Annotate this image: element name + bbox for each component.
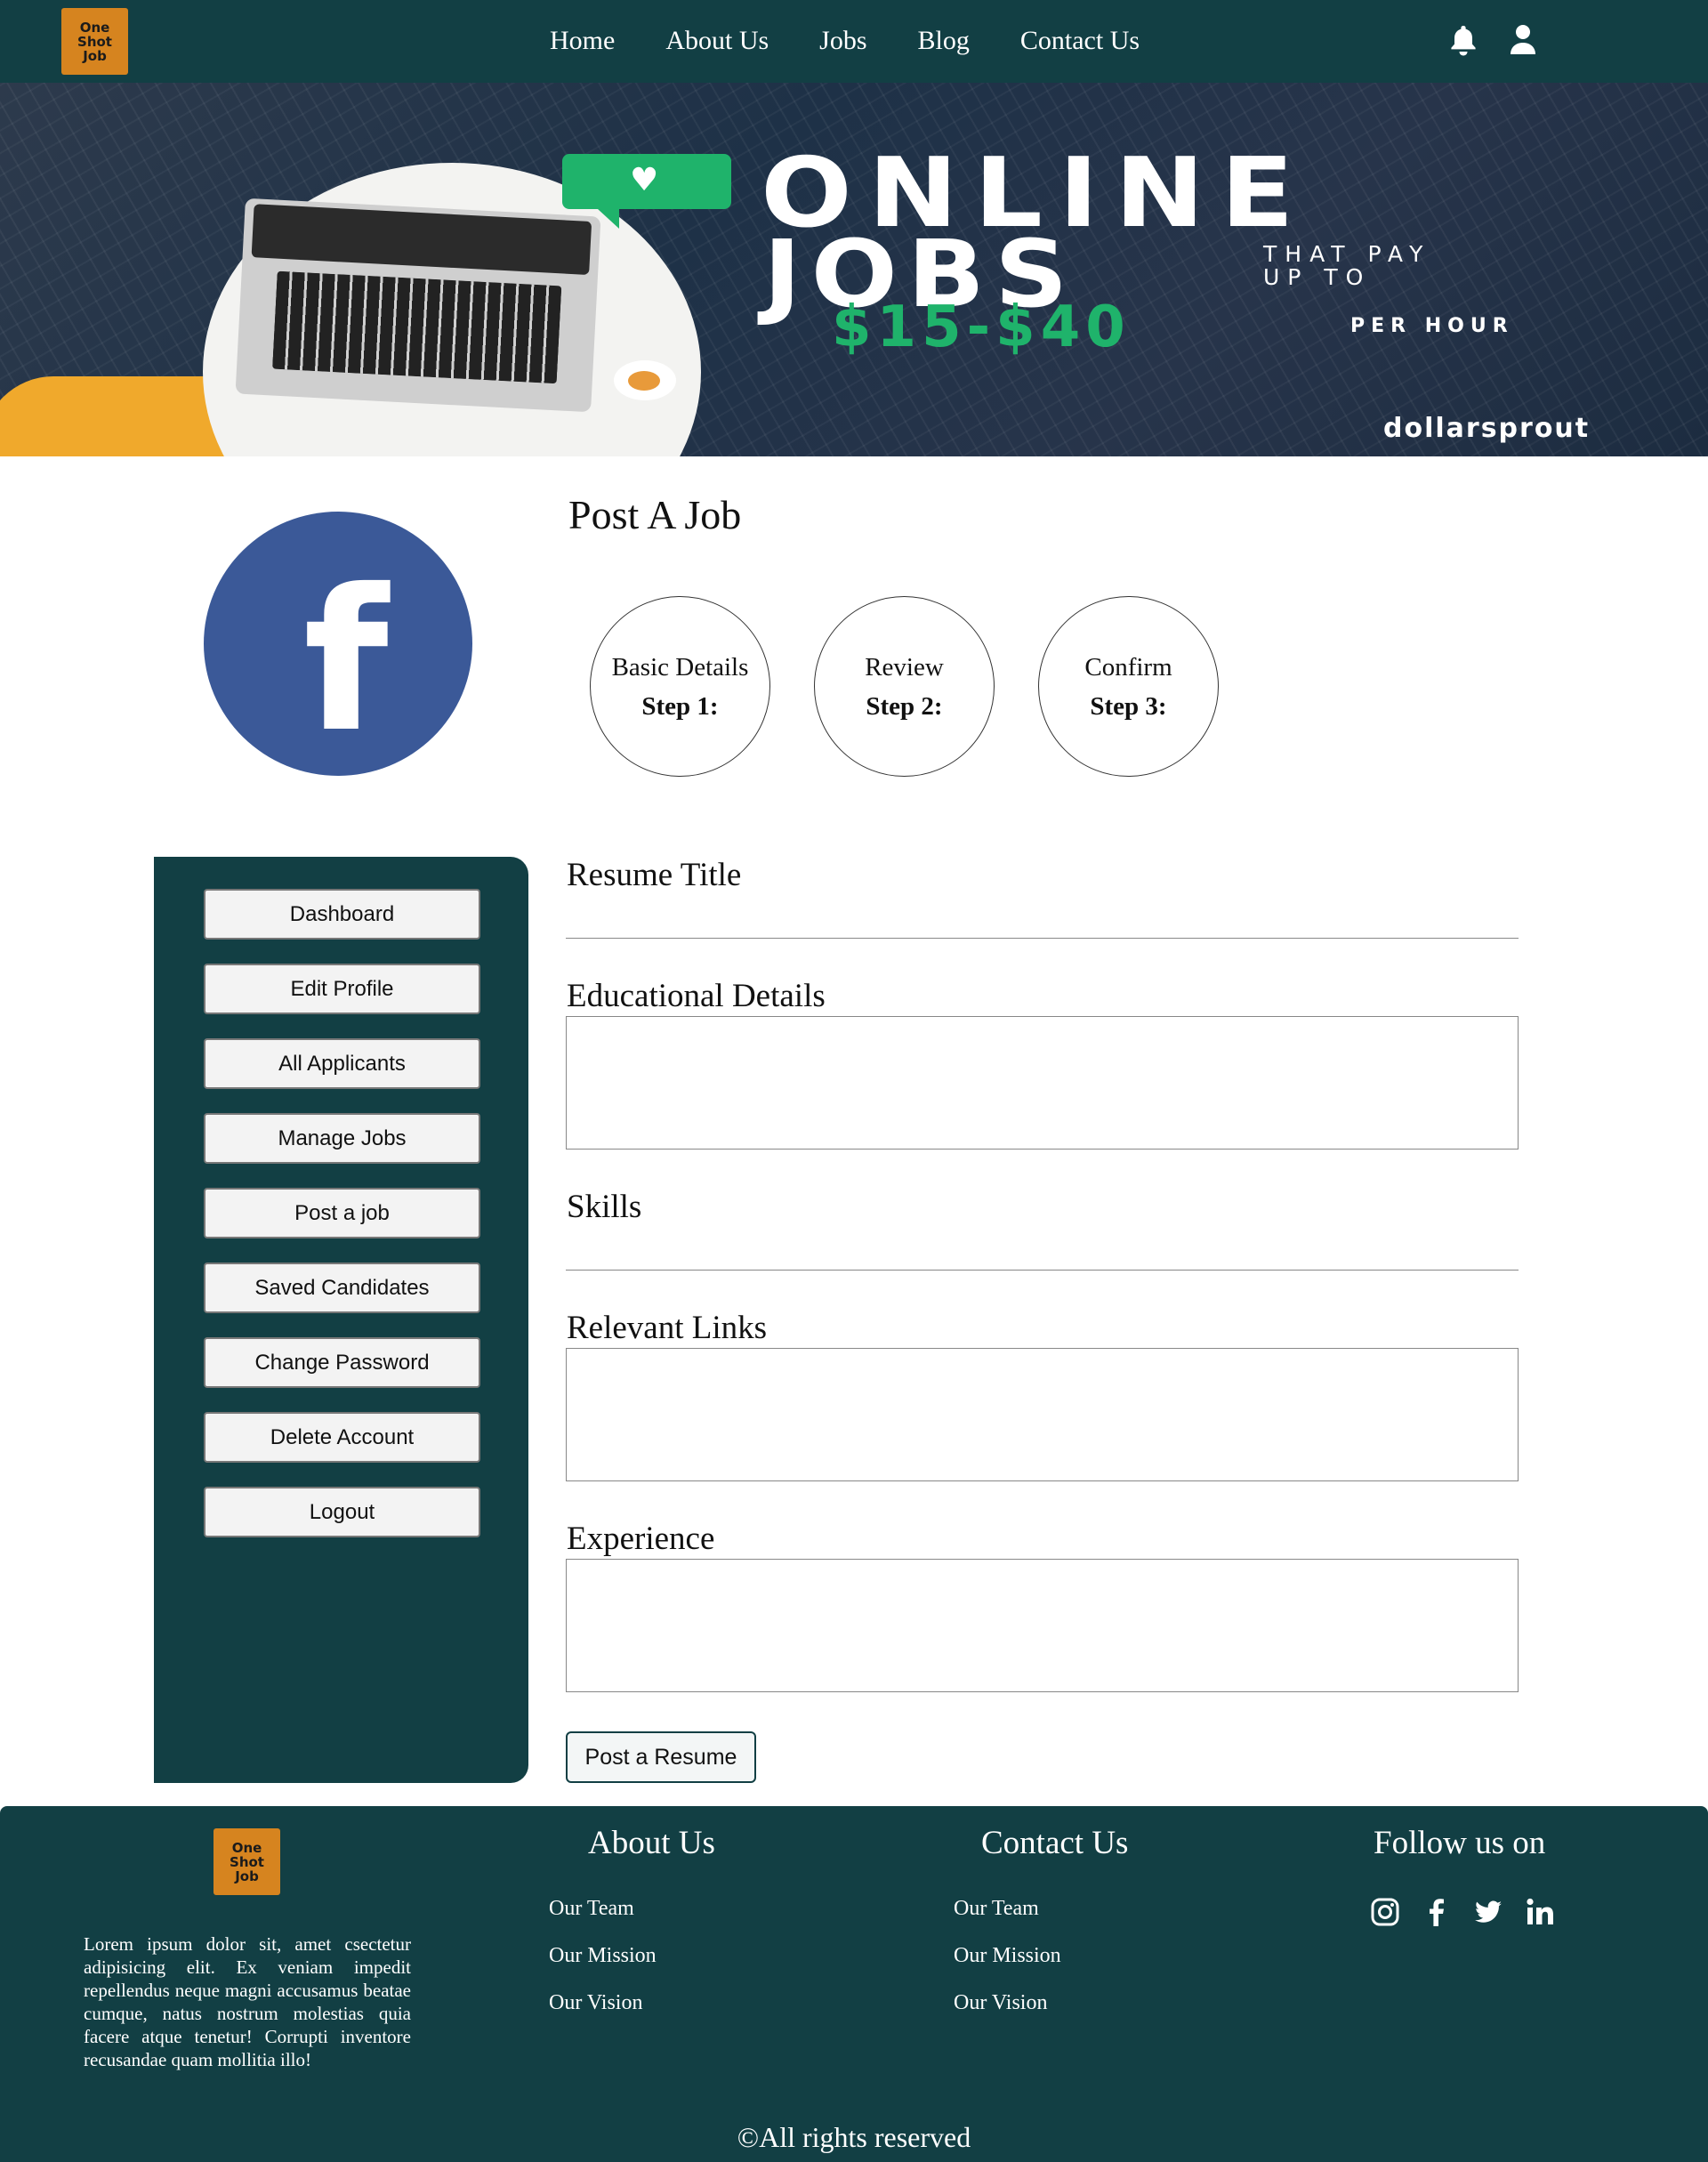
sidebar-item-manage-jobs[interactable]: Manage Jobs (204, 1113, 480, 1164)
banner-per-hour: PER HOUR (1350, 315, 1514, 337)
logo-line-1: One (79, 19, 110, 36)
step-3-number: Step 3: (1090, 691, 1167, 721)
step-1-circle[interactable]: Basic Details Step 1: (590, 596, 770, 777)
social-icons (1370, 1897, 1555, 1927)
footer-logo[interactable]: One Shot Job (214, 1828, 280, 1895)
page-title: Post A Job (568, 492, 742, 537)
skills-label: Skills (567, 1189, 642, 1225)
relevant-links-label: Relevant Links (567, 1310, 768, 1346)
laptop-screen (251, 204, 592, 276)
step-2-circle[interactable]: Review Step 2: (814, 596, 995, 777)
sidebar-item-delete-account[interactable]: Delete Account (204, 1412, 480, 1463)
banner-that-pay: THAT PAY (1263, 241, 1431, 267)
bell-icon[interactable] (1449, 24, 1478, 56)
footer-contact-column: Contact Us (981, 1824, 1128, 1863)
footer-about-links: Our Team Our Mission Our Vision (549, 1896, 657, 2037)
hero-banner: ♥ ONLINE JOBS THAT PAY UP TO $15-$40 PER… (0, 83, 1708, 456)
coffee-cup-graphic (614, 360, 676, 400)
step-1-label: Basic Details (611, 652, 749, 682)
nav-link-jobs[interactable]: Jobs (819, 23, 866, 59)
site-logo[interactable]: One Shot Job (61, 8, 128, 75)
footer-contact-link-mission[interactable]: Our Mission (954, 1943, 1061, 1990)
step-indicator: Basic Details Step 1: Review Step 2: Con… (590, 596, 1219, 777)
sidebar-item-edit-profile[interactable]: Edit Profile (204, 964, 480, 1014)
facebook-f-glyph: f (303, 547, 389, 775)
instagram-icon[interactable] (1370, 1897, 1400, 1927)
step-2-number: Step 2: (866, 691, 943, 721)
sidebar-item-post-a-job[interactable]: Post a job (204, 1188, 480, 1238)
footer-about-link-team[interactable]: Our Team (549, 1896, 657, 1943)
resume-title-label: Resume Title (567, 857, 742, 893)
twitter-icon[interactable] (1473, 1897, 1503, 1927)
nav-link-blog[interactable]: Blog (918, 23, 970, 59)
banner-up-to: UP TO (1263, 264, 1372, 290)
footer-contact-heading: Contact Us (981, 1825, 1129, 1861)
logo-line-2: Shot (77, 33, 112, 50)
footer-follow-column: Follow us on (1374, 1824, 1545, 1863)
nav-links: Home About Us Jobs Blog Contact Us (550, 23, 1140, 59)
skills-input[interactable] (566, 1270, 1519, 1271)
step-3-circle[interactable]: Confirm Step 3: (1038, 596, 1219, 777)
resume-title-input[interactable] (566, 938, 1519, 939)
sidebar-item-saved-candidates[interactable]: Saved Candidates (204, 1263, 480, 1313)
educational-details-label: Educational Details (567, 978, 826, 1014)
footer-about-heading: About Us (588, 1825, 715, 1861)
step-2-label: Review (865, 652, 944, 682)
step-3-label: Confirm (1084, 652, 1172, 682)
laptop-graphic (235, 198, 601, 413)
footer-logo-line-1: One (231, 1839, 262, 1856)
laptop-keyboard (272, 270, 562, 384)
sidebar-item-logout[interactable]: Logout (204, 1487, 480, 1537)
copyright-text: ©All rights reserved (737, 2121, 971, 2153)
site-footer: One Shot Job Lorem ipsum dolor sit, amet… (0, 1806, 1708, 2162)
footer-about-link-vision[interactable]: Our Vision (549, 1990, 657, 2037)
top-navbar: One Shot Job Home About Us Jobs Blog Con… (0, 0, 1708, 83)
relevant-links-textarea[interactable] (566, 1348, 1519, 1481)
footer-contact-links: Our Team Our Mission Our Vision (954, 1896, 1061, 2037)
footer-description: Lorem ipsum dolor sit, amet csectetur ad… (84, 1933, 411, 2070)
footer-follow-heading: Follow us on (1374, 1825, 1546, 1861)
linkedin-icon[interactable] (1525, 1897, 1555, 1927)
nav-link-home[interactable]: Home (550, 23, 615, 59)
facebook-icon[interactable] (1422, 1897, 1452, 1927)
step-1-number: Step 1: (641, 691, 719, 721)
user-icon[interactable] (1509, 24, 1537, 56)
nav-link-contact-us[interactable]: Contact Us (1020, 23, 1140, 59)
banner-brand: dollarsprout (1383, 413, 1591, 444)
experience-label: Experience (567, 1521, 715, 1557)
facebook-icon: f (204, 512, 472, 776)
footer-logo-line-3: Job (235, 1868, 259, 1884)
experience-textarea[interactable] (566, 1559, 1519, 1692)
nav-icons (1449, 24, 1537, 56)
post-resume-button[interactable]: Post a Resume (566, 1731, 756, 1783)
footer-contact-link-vision[interactable]: Our Vision (954, 1990, 1061, 2037)
logo-line-3: Job (83, 47, 107, 64)
footer-contact-link-team[interactable]: Our Team (954, 1896, 1061, 1943)
heart-icon: ♥ (630, 162, 659, 198)
sidebar-item-all-applicants[interactable]: All Applicants (204, 1038, 480, 1089)
nav-link-about-us[interactable]: About Us (665, 23, 769, 59)
banner-price: $15-$40 (832, 294, 1131, 360)
footer-about-link-mission[interactable]: Our Mission (549, 1943, 657, 1990)
footer-about-column: About Us (588, 1824, 715, 1863)
sidebar-item-dashboard[interactable]: Dashboard (204, 889, 480, 940)
sidebar-item-change-password[interactable]: Change Password (204, 1337, 480, 1388)
footer-logo-line-2: Shot (230, 1853, 264, 1870)
educational-details-textarea[interactable] (566, 1016, 1519, 1150)
chat-heart-icon: ♥ (562, 154, 731, 229)
dashboard-sidebar: Dashboard Edit Profile All Applicants Ma… (154, 857, 528, 1783)
